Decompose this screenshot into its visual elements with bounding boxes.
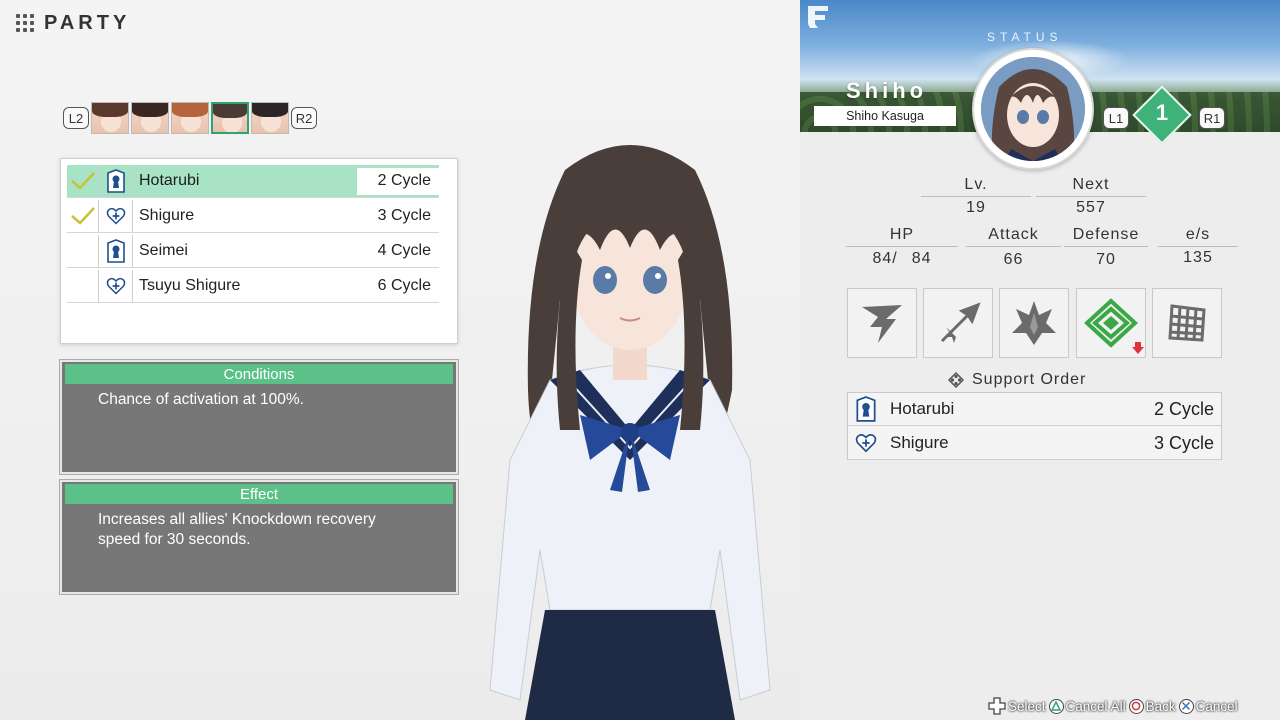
prompt-cancel-all[interactable]: Cancel All <box>1048 698 1126 714</box>
character-avatar <box>972 48 1094 170</box>
attack-label: Attack <box>966 226 1061 247</box>
support-cycle: 2 Cycle <box>1153 398 1214 419</box>
support-order-title: Support Order <box>972 371 1087 388</box>
keyhole-tag-icon <box>99 234 133 268</box>
hp-current: 84/ <box>872 250 898 267</box>
arrow-burst-icon <box>940 302 981 343</box>
party-member-portrait-2[interactable] <box>131 102 169 134</box>
status-label: STATUS <box>987 30 1063 44</box>
triangle-button-icon <box>1048 698 1064 714</box>
level-label: Lv. <box>921 176 1031 197</box>
skill-slot-2[interactable] <box>923 288 993 358</box>
order-name: Tsuyu Shigure <box>139 277 241 294</box>
party-member-portrait-5[interactable] <box>251 102 289 134</box>
dpad-icon <box>988 697 1006 715</box>
support-name: Hotarubi <box>890 399 955 418</box>
order-name: Shigure <box>139 207 195 224</box>
skill-slot-4[interactable] <box>1076 288 1146 358</box>
order-cycle: 3 Cycle <box>357 202 439 230</box>
order-name: Seimei <box>139 242 188 259</box>
r2-button[interactable]: R2 <box>291 107 317 129</box>
check-mark-icon <box>70 172 95 190</box>
character-model <box>489 145 771 720</box>
conditions-panel: Conditions Chance of activation at 100%. <box>59 359 459 475</box>
effect-panel: Effect Increases all allies' Knockdown r… <box>59 479 459 595</box>
party-member-portrait-1[interactable] <box>91 102 129 134</box>
party-member-portrait-3[interactable] <box>171 102 209 134</box>
party-member-portrait-4[interactable] <box>211 102 249 134</box>
character-name: Shiho <box>846 78 928 103</box>
conditions-text: Chance of activation at 100%. <box>98 391 304 408</box>
check-mark-icon <box>70 207 95 225</box>
es-label: e/s <box>1158 226 1238 247</box>
l2-button[interactable]: L2 <box>63 107 89 129</box>
prompt-back[interactable]: Back <box>1128 698 1176 714</box>
row-checkbox[interactable] <box>67 199 99 233</box>
prompt-cancel[interactable]: Cancel <box>1178 698 1238 714</box>
keyhole-tag-icon <box>848 396 884 422</box>
support-order-list: Hotarubi 2 Cycle Shigure 3 Cycle Seimei 4 Cyc… <box>60 158 458 344</box>
order-cycle: 4 Cycle <box>357 237 439 265</box>
slash-wing-icon <box>862 305 902 343</box>
support-cycle: 3 Cycle <box>1153 432 1214 453</box>
skill-slot-1[interactable] <box>847 288 917 358</box>
screen-header: PARTY <box>16 10 130 36</box>
defense-value: 70 <box>1096 251 1116 268</box>
party-selector: L2 R2 <box>63 102 317 134</box>
hp-max: 84 <box>911 250 932 267</box>
next-label: Next <box>1036 176 1146 197</box>
support-row: Hotarubi 2 Cycle <box>848 393 1221 426</box>
effect-title: Effect <box>65 484 453 504</box>
circle-button-icon <box>1128 698 1144 714</box>
r1-button[interactable]: R1 <box>1199 107 1225 129</box>
support-row: Shigure 3 Cycle <box>848 427 1221 460</box>
debuff-down-arrow-icon <box>1132 342 1144 354</box>
hp-value: 84/ 84 <box>846 250 958 268</box>
page-title: PARTY <box>44 11 131 34</box>
row-checkbox[interactable] <box>67 164 99 198</box>
heart-plus-icon <box>99 269 133 303</box>
f-logo-icon <box>808 6 828 28</box>
button-prompts: Select Cancel All Back Cancel <box>988 696 1238 716</box>
grid-menu-icon <box>16 14 34 32</box>
support-order-header: Support Order <box>948 371 1086 389</box>
next-value: 557 <box>1076 199 1106 216</box>
l1-button[interactable]: L1 <box>1103 107 1129 129</box>
skill-slot-3[interactable] <box>999 288 1069 358</box>
party-portraits <box>91 102 289 134</box>
level-value: 19 <box>966 199 986 216</box>
order-row[interactable]: Hotarubi 2 Cycle <box>67 164 439 198</box>
attack-value: 66 <box>1003 251 1024 268</box>
heart-plus-icon <box>99 199 133 233</box>
party-slot-number: 1 <box>1155 100 1169 125</box>
effect-text: Increases all allies' Knockdown recovery… <box>98 511 376 548</box>
heart-plus-icon <box>848 432 884 454</box>
support-name: Shigure <box>890 433 949 452</box>
row-checkbox[interactable] <box>67 269 99 303</box>
order-name: Hotarubi <box>139 172 200 189</box>
hp-label: HP <box>846 226 958 247</box>
grid-net-icon <box>1168 304 1206 342</box>
order-row[interactable]: Seimei 4 Cycle <box>67 234 439 268</box>
order-cycle: 6 Cycle <box>357 272 439 300</box>
order-row[interactable]: Tsuyu Shigure 6 Cycle <box>67 269 439 303</box>
keyhole-tag-icon <box>99 164 133 198</box>
prompt-select[interactable]: Select <box>988 697 1046 715</box>
order-cycle: 2 Cycle <box>357 167 439 195</box>
order-row[interactable]: Shigure 3 Cycle <box>67 199 439 233</box>
spike-burst-icon <box>1012 301 1056 345</box>
defense-label: Defense <box>1064 226 1148 247</box>
skill-slot-5[interactable] <box>1152 288 1222 358</box>
support-order-summary: Hotarubi 2 Cycle Shigure 3 Cycle <box>847 392 1222 460</box>
diamond-dots-icon <box>948 372 964 388</box>
cross-button-icon <box>1178 698 1194 714</box>
conditions-title: Conditions <box>65 364 453 384</box>
row-checkbox[interactable] <box>67 234 99 268</box>
character-full-name: Shiho Kasuga <box>814 106 956 126</box>
es-value: 135 <box>1183 249 1213 266</box>
